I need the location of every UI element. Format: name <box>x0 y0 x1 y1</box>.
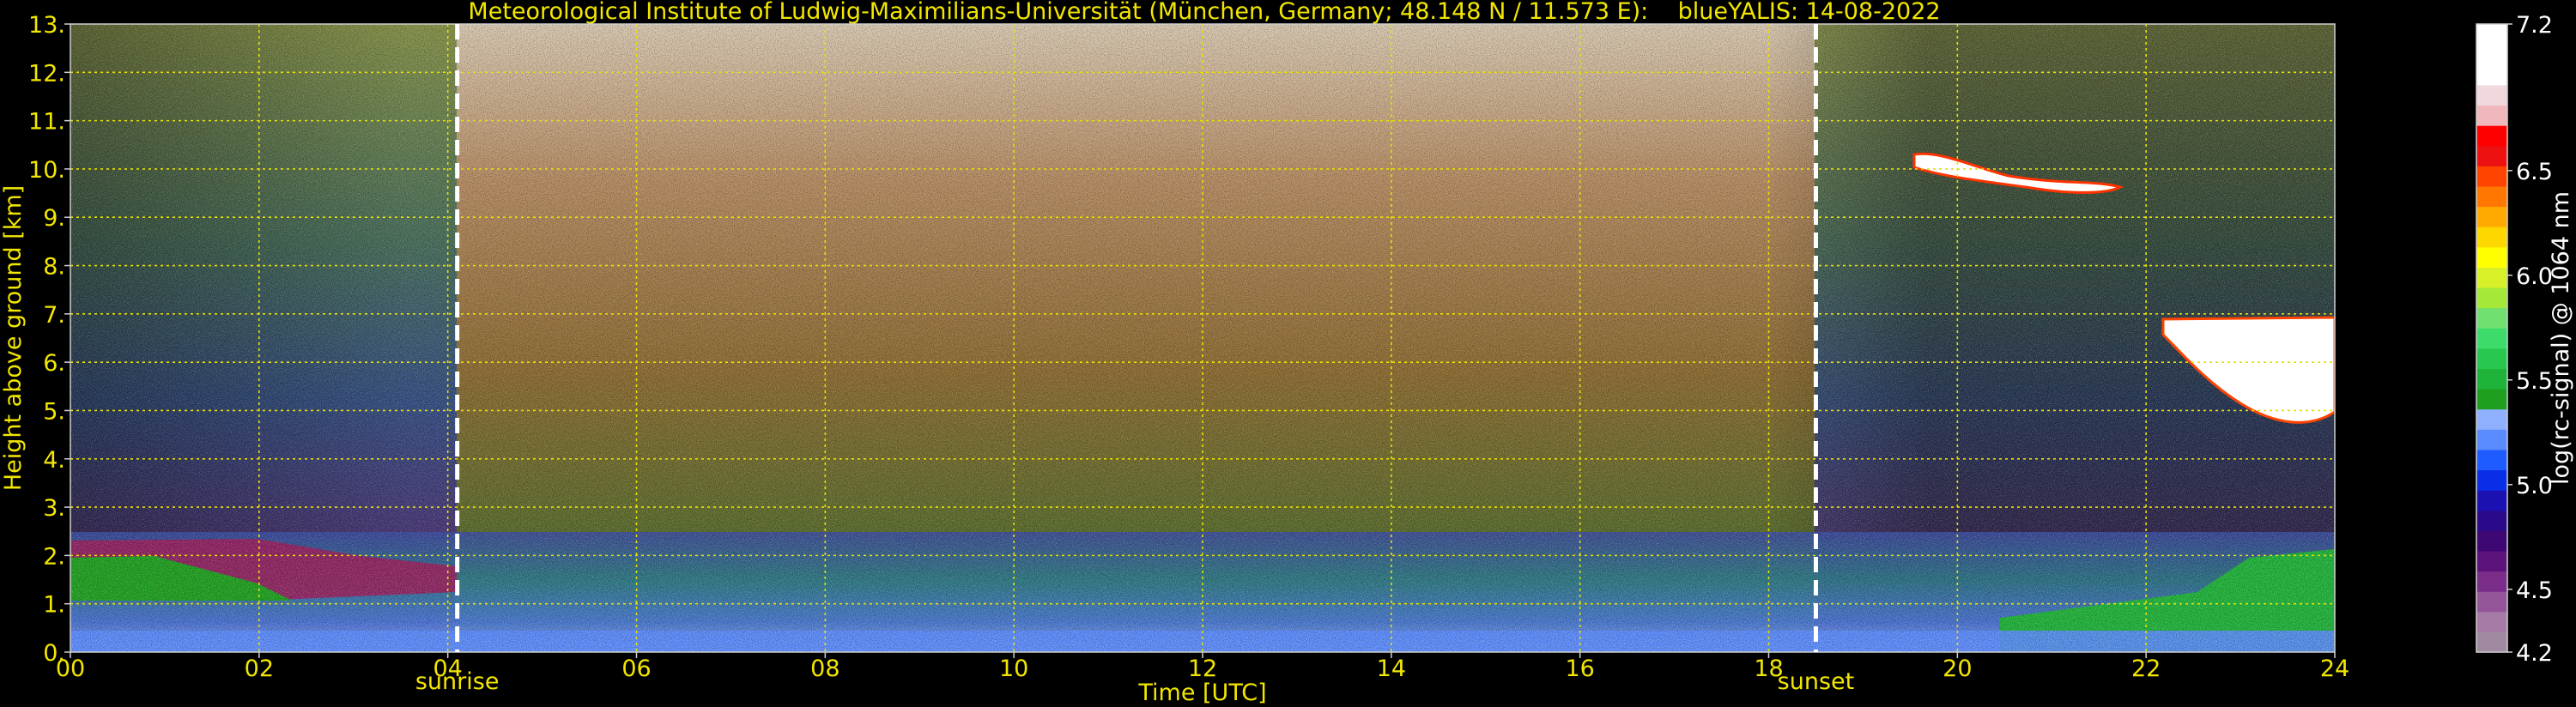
colorbar-segment <box>2476 429 2507 450</box>
y-tick-label: 10. <box>28 157 65 184</box>
y-axis-ticks: 0. 1. 2. 3. 4. 5. 6. 7. 8. 9. 10. 11. 12. 13. <box>28 12 70 667</box>
y-tick-label: 12. <box>28 60 65 87</box>
x-axis-ticks: 00 02 04 06 08 10 12 14 16 18 20 22 24 <box>56 652 2349 682</box>
colorbar-segment <box>2476 307 2507 329</box>
colorbar-segment <box>2476 347 2507 370</box>
colorbar-segment <box>2476 449 2507 471</box>
y-tick-label: 7. <box>43 302 65 329</box>
colorbar-segment <box>2476 125 2507 147</box>
x-tick-label: 22 <box>2131 656 2161 682</box>
colorbar-segment <box>2476 591 2507 613</box>
y-tick-label: 5. <box>43 398 65 425</box>
colorbar-segment <box>2476 246 2507 268</box>
y-tick-label: 0. <box>43 640 65 667</box>
x-axis-label: Time [UTC] <box>1137 680 1266 706</box>
colorbar-segment <box>2476 368 2507 390</box>
colorbar-segment <box>2476 287 2507 309</box>
colorbar-tick-label: 7.2 <box>2516 12 2553 39</box>
colorbar-segment <box>2476 105 2507 126</box>
colorbar-label: log(rc-signal) @ 1064 nm <box>2548 191 2574 485</box>
y-tick-label: 3. <box>43 495 65 522</box>
colorbar-segment <box>2476 490 2507 511</box>
y-tick-label: 9. <box>43 205 65 232</box>
sunset-label: sunset <box>1778 668 1855 695</box>
x-tick-label: 02 <box>245 656 274 682</box>
y-tick-label: 11. <box>28 109 65 136</box>
y-tick-label: 8. <box>43 254 65 281</box>
colorbar-segment <box>2476 408 2507 430</box>
y-tick-label: 1. <box>43 592 65 619</box>
colorbar-segment <box>2476 550 2507 572</box>
colorbar-segment <box>2476 530 2507 552</box>
colorbar-tick-label: 4.5 <box>2516 577 2553 604</box>
colorbar-segment <box>2476 206 2507 227</box>
colorbar-segment <box>2476 145 2507 166</box>
chart-title: Meteorological Institute of Ludwig-Maxim… <box>468 0 1940 25</box>
x-tick-label: 20 <box>1943 656 1972 682</box>
x-tick-label: 04 <box>433 656 462 682</box>
colorbar-segment <box>2476 84 2507 106</box>
x-tick-label: 12 <box>1188 656 1217 682</box>
colorbar-segment <box>2476 631 2507 653</box>
x-tick-label: 10 <box>999 656 1028 682</box>
colorbar-segment <box>2476 64 2507 86</box>
x-tick-label: 08 <box>810 656 839 682</box>
colorbar: 4.24.55.05.56.06.57.2 <box>2476 12 2553 667</box>
colorbar-segment <box>2476 44 2507 65</box>
x-tick-label: 18 <box>1754 656 1783 682</box>
y-tick-label: 2. <box>43 543 65 570</box>
colorbar-segment <box>2476 166 2507 187</box>
y-tick-label: 13. <box>28 12 65 39</box>
colorbar-segment <box>2476 389 2507 410</box>
colorbar-segment <box>2476 267 2507 288</box>
x-tick-label: 16 <box>1565 656 1594 682</box>
lidar-chart: Meteorological Institute of Ludwig-Maxim… <box>0 0 2574 706</box>
colorbar-tick-label: 6.5 <box>2516 159 2553 185</box>
y-tick-label: 6. <box>43 350 65 377</box>
y-axis-label: Height above ground [km] <box>0 185 27 491</box>
y-tick-label: 4. <box>43 447 65 474</box>
colorbar-segment <box>2476 185 2507 208</box>
colorbar-segment <box>2476 571 2507 592</box>
colorbar-tick-label: 4.2 <box>2516 640 2553 667</box>
colorbar-segment <box>2476 328 2507 349</box>
colorbar-segment <box>2476 24 2507 45</box>
colorbar-segment <box>2476 469 2507 491</box>
x-tick-label: 14 <box>1377 656 1406 682</box>
x-tick-label: 06 <box>621 656 651 682</box>
colorbar-segment <box>2476 510 2507 531</box>
colorbar-segment <box>2476 227 2507 248</box>
colorbar-segment <box>2476 611 2507 632</box>
x-tick-label: 24 <box>2320 656 2349 682</box>
